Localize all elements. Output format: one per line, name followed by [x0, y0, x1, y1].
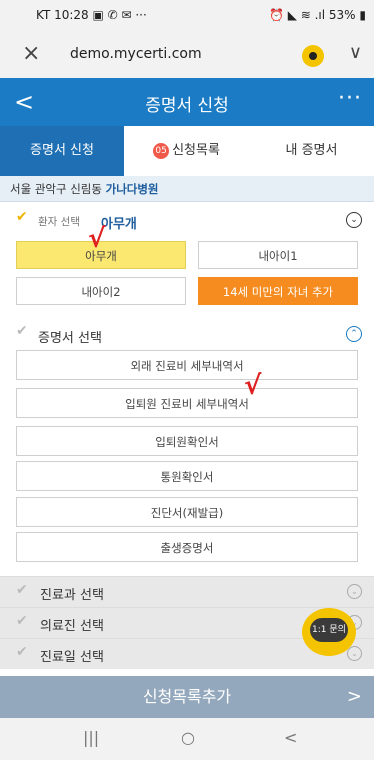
chevron-up-icon[interactable]: ⌃	[346, 326, 362, 342]
cert-option[interactable]: 통원확인서	[16, 461, 358, 491]
cert-section-label: 증명서 선택	[38, 331, 102, 346]
close-icon[interactable]: ×	[22, 41, 40, 66]
cert-section-header[interactable]: ✔ 증명서 선택 ⌃	[0, 320, 374, 350]
date-section-label: 진료일 선택	[40, 650, 104, 665]
dept-section-label: 진료과 선택	[40, 588, 104, 603]
system-nav-bar: ||| ○ <	[0, 718, 374, 760]
tab-apply[interactable]: 증명서 신청	[0, 126, 124, 176]
checkmark-icon: ✔	[16, 209, 28, 225]
recents-icon[interactable]: |||	[83, 728, 99, 747]
selected-patient: 아무개	[101, 217, 137, 232]
tab-apply-label: 증명서 신청	[30, 143, 94, 158]
checkmark-icon: ✔	[16, 582, 28, 598]
hospital-location: 서울 관악구 신림동	[10, 182, 106, 196]
page-title: 증명서 신청	[145, 96, 229, 116]
cert-option[interactable]: 입퇴원 진료비 세부내역서	[16, 388, 358, 418]
home-icon[interactable]: ○	[181, 728, 195, 747]
chat-label: 1:1 문의	[310, 618, 348, 642]
chevron-down-icon[interactable]: ⌄	[346, 212, 362, 228]
cert-option[interactable]: 입퇴원확인서	[16, 426, 358, 456]
browser-bar: × demo.mycerti.com ∨	[0, 32, 374, 79]
app-header: < 증명서 신청 ···	[0, 78, 374, 126]
chat-button[interactable]: 1:1 문의	[302, 608, 356, 656]
red-check-mark: √	[244, 371, 262, 401]
status-left: KT 10:28 ▣ ✆ ✉ ···	[36, 8, 147, 22]
red-check-mark: √	[88, 224, 106, 254]
tab-bar: 증명서 신청 05 신청목록 내 증명서	[0, 126, 374, 176]
patient-option[interactable]: 내아이2	[16, 277, 186, 305]
add-child-button[interactable]: 14세 미만의 자녀 추가	[198, 277, 358, 305]
status-bar: KT 10:28 ▣ ✆ ✉ ··· ⏰ ◣ ≋ .ıl 53% ▮	[0, 0, 374, 32]
cert-option[interactable]: 외래 진료비 세부내역서	[16, 350, 358, 380]
tab-list[interactable]: 05 신청목록	[124, 126, 249, 176]
doctor-section-label: 의료진 선택	[40, 619, 104, 634]
add-to-list-button[interactable]: 신청목록추가 >	[0, 676, 374, 718]
kakao-icon[interactable]	[302, 45, 324, 67]
checkmark-icon: ✔	[16, 613, 28, 629]
chevron-right-icon: >	[346, 686, 362, 707]
chevron-down-icon[interactable]: ⌄	[347, 584, 362, 599]
cert-option[interactable]: 출생증명서	[16, 532, 358, 562]
status-right: ⏰ ◣ ≋ .ıl 53% ▮	[268, 8, 366, 22]
url-field[interactable]: demo.mycerti.com	[70, 46, 202, 62]
patient-option[interactable]: 내아이1	[198, 241, 358, 269]
tab-list-label: 신청목록	[172, 143, 220, 158]
hospital-name: 가나다병원	[105, 182, 159, 196]
patient-section-header[interactable]: ✔ 환자 선택 아무개 ⌄	[0, 206, 374, 236]
cert-option[interactable]: 진단서(재발급)	[16, 497, 358, 527]
dept-section[interactable]: ✔ 진료과 선택 ⌄	[0, 576, 374, 607]
tab-my-certs-label: 내 증명서	[285, 143, 338, 158]
tab-my-certs[interactable]: 내 증명서	[249, 126, 374, 176]
back-icon[interactable]: <	[284, 728, 297, 747]
chevron-down-icon[interactable]: ⌄	[347, 646, 362, 661]
checkmark-icon: ✔	[16, 644, 28, 660]
checkmark-icon: ✔	[16, 323, 28, 339]
more-icon[interactable]: ···	[338, 86, 362, 111]
patient-section-label: 환자 선택	[38, 216, 80, 228]
chevron-down-icon[interactable]: ∨	[349, 42, 362, 63]
add-to-list-label: 신청목록추가	[142, 687, 232, 706]
hospital-bar: 서울 관악구 신림동 가나다병원	[0, 176, 374, 202]
count-badge: 05	[153, 142, 170, 159]
